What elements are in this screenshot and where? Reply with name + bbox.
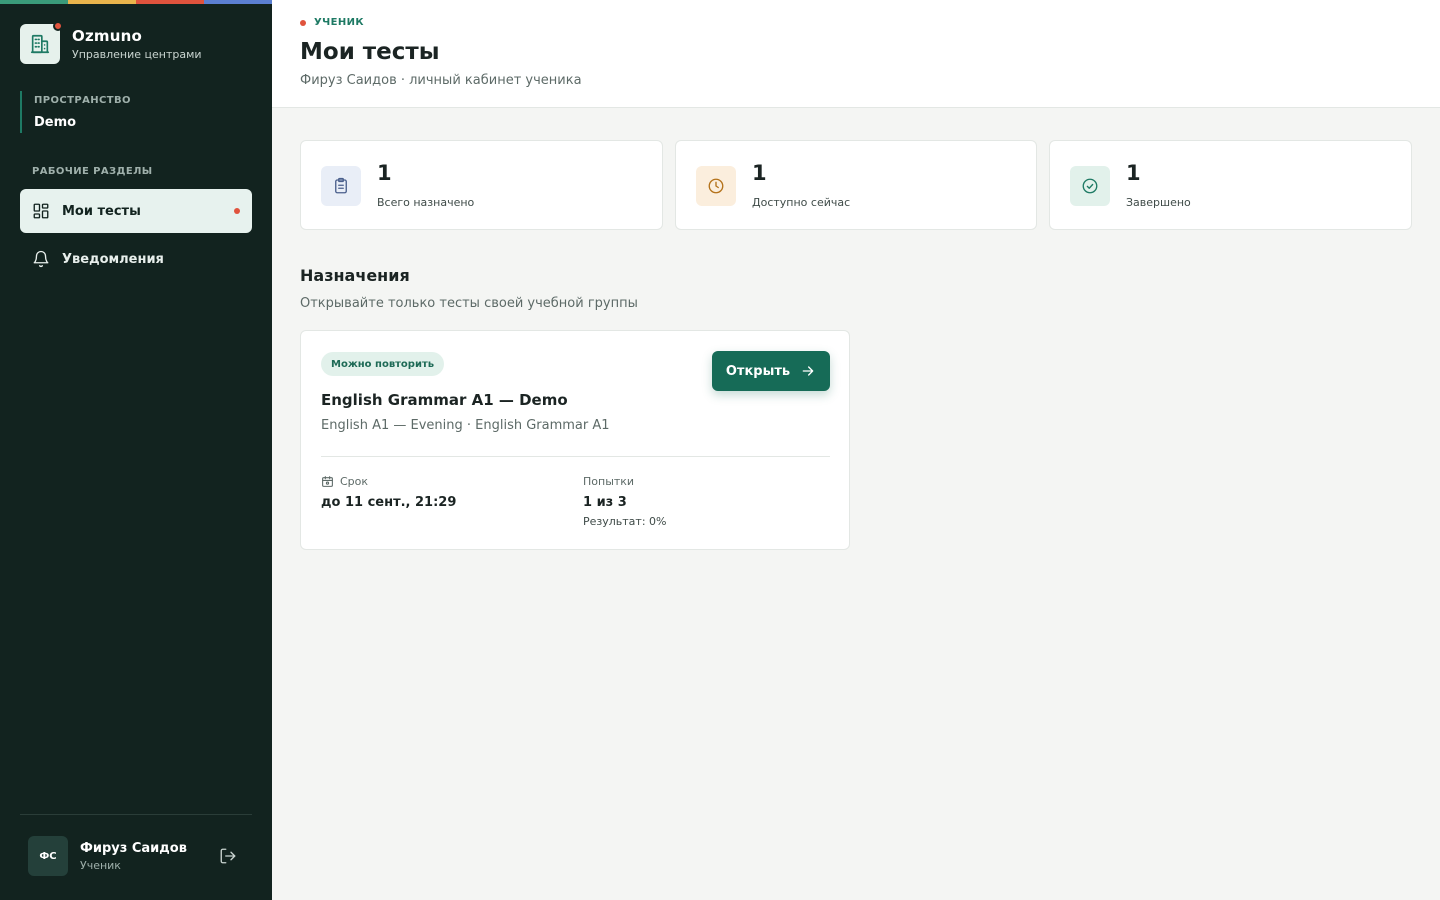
- attempts-label: Попытки: [583, 475, 635, 488]
- check-circle-icon: [1070, 166, 1110, 206]
- eyebrow-dot: [300, 19, 306, 26]
- stat-value: 1: [377, 161, 392, 185]
- open-test-button[interactable]: Открыть: [712, 351, 830, 391]
- attempts-value: 1 из 3: [583, 495, 627, 510]
- assignments-subtitle: Открывайте только тесты своей учебной гр…: [300, 296, 638, 311]
- clock-icon: [696, 166, 736, 206]
- sidebar-item-label: Уведомления: [62, 251, 164, 267]
- page-subtitle: Фируз Саидов · личный кабинет ученика: [300, 73, 582, 88]
- user-info: Фируз Саидов Ученик: [80, 840, 218, 873]
- brand-notification-dot: [53, 21, 63, 31]
- assignment-card: Можно повторить Открыть English Grammar …: [300, 330, 850, 550]
- page-header: УЧЕНИК Мои тесты Фируз Саидов · личный к…: [272, 0, 1440, 108]
- arrow-right-icon: [800, 363, 816, 379]
- workspace-label: ПРОСТРАНСТВО: [34, 95, 131, 106]
- brand-text: Ozmuno Управление центрами: [72, 26, 202, 63]
- sidebar-item-label: Мои тесты: [62, 203, 141, 219]
- workspace-switcher[interactable]: ПРОСТРАНСТВО Demo: [20, 91, 131, 133]
- deadline-value: до 11 сент., 21:29: [321, 495, 457, 510]
- stat-card-available: 1 Доступно сейчас: [675, 140, 1037, 230]
- workspace-name: Demo: [34, 115, 77, 130]
- assignments-title: Назначения: [300, 266, 410, 285]
- stat-value: 1: [752, 161, 767, 185]
- strip-segment-red: [136, 0, 204, 4]
- page-title: Мои тесты: [300, 39, 440, 65]
- brand-subtitle: Управление центрами: [72, 47, 202, 61]
- stat-label: Всего назначено: [377, 196, 475, 209]
- deadline-label: Срок: [321, 474, 368, 489]
- sidebar: Ozmuno Управление центрами ПРОСТРАНСТВО …: [0, 0, 272, 900]
- logout-icon[interactable]: [218, 846, 238, 866]
- result-value: Результат: 0%: [583, 515, 667, 528]
- nav-section-title: РАБОЧИЕ РАЗДЕЛЫ: [32, 166, 153, 177]
- sidebar-divider: [20, 814, 252, 815]
- strip-segment-blue: [204, 0, 272, 4]
- role-eyebrow: УЧЕНИК: [300, 17, 364, 28]
- test-group: English A1 — Evening · English Grammar A…: [321, 418, 610, 433]
- brand-name: Ozmuno: [72, 26, 142, 45]
- grid-icon: [32, 202, 50, 220]
- avatar[interactable]: ФС: [28, 836, 68, 876]
- calendar-icon: [321, 475, 334, 488]
- building-icon: [20, 21, 63, 64]
- user-profile: ФС Фируз Саидов Ученик: [28, 836, 244, 876]
- stat-label: Доступно сейчас: [752, 196, 851, 209]
- sidebar-item-alert-dot: [234, 208, 240, 214]
- test-title: English Grammar A1 — Demo: [321, 391, 568, 409]
- deadline-label-text: Срок: [340, 475, 369, 488]
- strip-segment-yellow: [68, 0, 136, 4]
- role-label: УЧЕНИК: [314, 17, 364, 28]
- bell-icon: [32, 250, 50, 268]
- strip-segment-green: [0, 0, 68, 4]
- brand-color-strip: [0, 0, 272, 4]
- user-name: Фируз Саидов: [80, 840, 187, 856]
- user-role: Ученик: [80, 858, 121, 872]
- sidebar-item-notifications[interactable]: Уведомления: [20, 237, 252, 281]
- card-divider: [321, 456, 830, 457]
- stat-value: 1: [1126, 161, 1141, 185]
- stat-label: Завершено: [1126, 196, 1191, 209]
- stat-card-total: 1 Всего назначено: [300, 140, 663, 230]
- stat-card-completed: 1 Завершено: [1049, 140, 1412, 230]
- brand[interactable]: Ozmuno Управление центрами: [20, 21, 202, 64]
- open-button-label: Открыть: [725, 363, 791, 379]
- clipboard-icon: [321, 166, 361, 206]
- sidebar-item-my-tests[interactable]: Мои тесты: [20, 189, 252, 233]
- status-badge: Можно повторить: [321, 352, 445, 376]
